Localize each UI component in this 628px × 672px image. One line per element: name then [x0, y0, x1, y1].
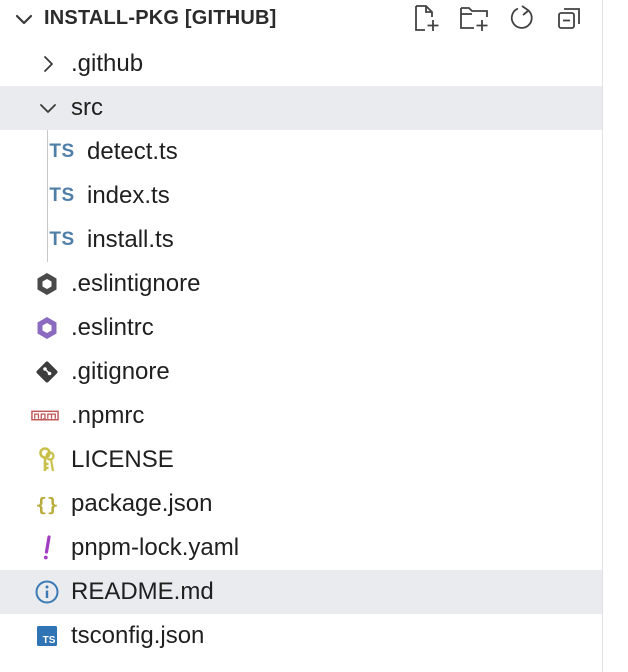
- tree-item-label: package.json: [71, 490, 213, 517]
- tree-item-readme-md[interactable]: README.md: [0, 570, 602, 614]
- license-key-icon: [33, 447, 61, 473]
- tree-item-label: src: [71, 94, 103, 121]
- file-tree: .github src TS detect.ts TS index.ts TS …: [0, 42, 602, 658]
- tree-item-label: .eslintignore: [71, 270, 201, 297]
- chevron-down-icon[interactable]: [14, 10, 34, 30]
- file-explorer: INSTALL-PKG [GITHUB] .github src TS dete…: [0, 0, 603, 672]
- tree-item-label: pnpm-lock.yaml: [71, 534, 240, 561]
- tree-item-label: detect.ts: [87, 138, 178, 165]
- tree-item-label: .gitignore: [71, 358, 170, 385]
- tree-item-label: index.ts: [87, 182, 170, 209]
- new-file-icon[interactable]: [410, 2, 442, 34]
- info-icon: [33, 579, 61, 605]
- chevron-right-icon: [34, 51, 62, 77]
- eslint-icon: [33, 315, 61, 341]
- tree-item-eslintrc[interactable]: .eslintrc: [0, 306, 602, 350]
- tree-item-label: .npmrc: [71, 402, 145, 429]
- tree-item-label: LICENSE: [71, 446, 174, 473]
- tsconfig-badge-text: TS: [43, 635, 56, 646]
- tree-item-license[interactable]: LICENSE: [0, 438, 602, 482]
- tree-item-label: install.ts: [87, 226, 174, 253]
- tree-item-npmrc[interactable]: .npmrc: [0, 394, 602, 438]
- tree-item-label: .eslintrc: [71, 314, 154, 341]
- tree-item-label: README.md: [71, 578, 214, 605]
- chevron-down-icon: [34, 95, 62, 121]
- svg-text:{}: {}: [36, 494, 59, 516]
- typescript-icon: TS: [49, 185, 75, 206]
- tree-item-github-folder[interactable]: .github: [0, 42, 602, 86]
- tsconfig-icon: TS: [33, 623, 61, 649]
- new-folder-icon[interactable]: [458, 2, 490, 34]
- tree-item-label: tsconfig.json: [71, 622, 205, 649]
- yaml-exclamation-icon: [33, 535, 61, 561]
- explorer-actions: [410, 2, 586, 36]
- tree-item-gitignore[interactable]: .gitignore: [0, 350, 602, 394]
- tree-item-label: .github: [71, 50, 144, 77]
- eslint-ignore-icon: [33, 271, 61, 297]
- tree-item-pnpm-lock-yaml[interactable]: pnpm-lock.yaml: [0, 526, 602, 570]
- tree-item-package-json[interactable]: {} package.json: [0, 482, 602, 526]
- collapse-all-icon[interactable]: [554, 2, 586, 34]
- tree-item-eslintignore[interactable]: .eslintignore: [0, 262, 602, 306]
- explorer-header[interactable]: INSTALL-PKG [GITHUB]: [0, 0, 602, 40]
- tree-item-tsconfig-json[interactable]: TS tsconfig.json: [0, 614, 602, 658]
- typescript-icon: TS: [49, 229, 75, 250]
- git-icon: [33, 359, 61, 385]
- workspace-title: INSTALL-PKG [GITHUB]: [44, 7, 277, 29]
- tree-item-install-ts[interactable]: TS install.ts: [0, 218, 602, 262]
- tree-item-src-folder[interactable]: src: [0, 86, 602, 130]
- typescript-icon: TS: [49, 141, 75, 162]
- npm-icon: [31, 403, 59, 429]
- tree-item-index-ts[interactable]: TS index.ts: [0, 174, 602, 218]
- json-braces-icon: {}: [33, 491, 61, 517]
- refresh-icon[interactable]: [506, 2, 538, 34]
- tree-item-detect-ts[interactable]: TS detect.ts: [0, 130, 602, 174]
